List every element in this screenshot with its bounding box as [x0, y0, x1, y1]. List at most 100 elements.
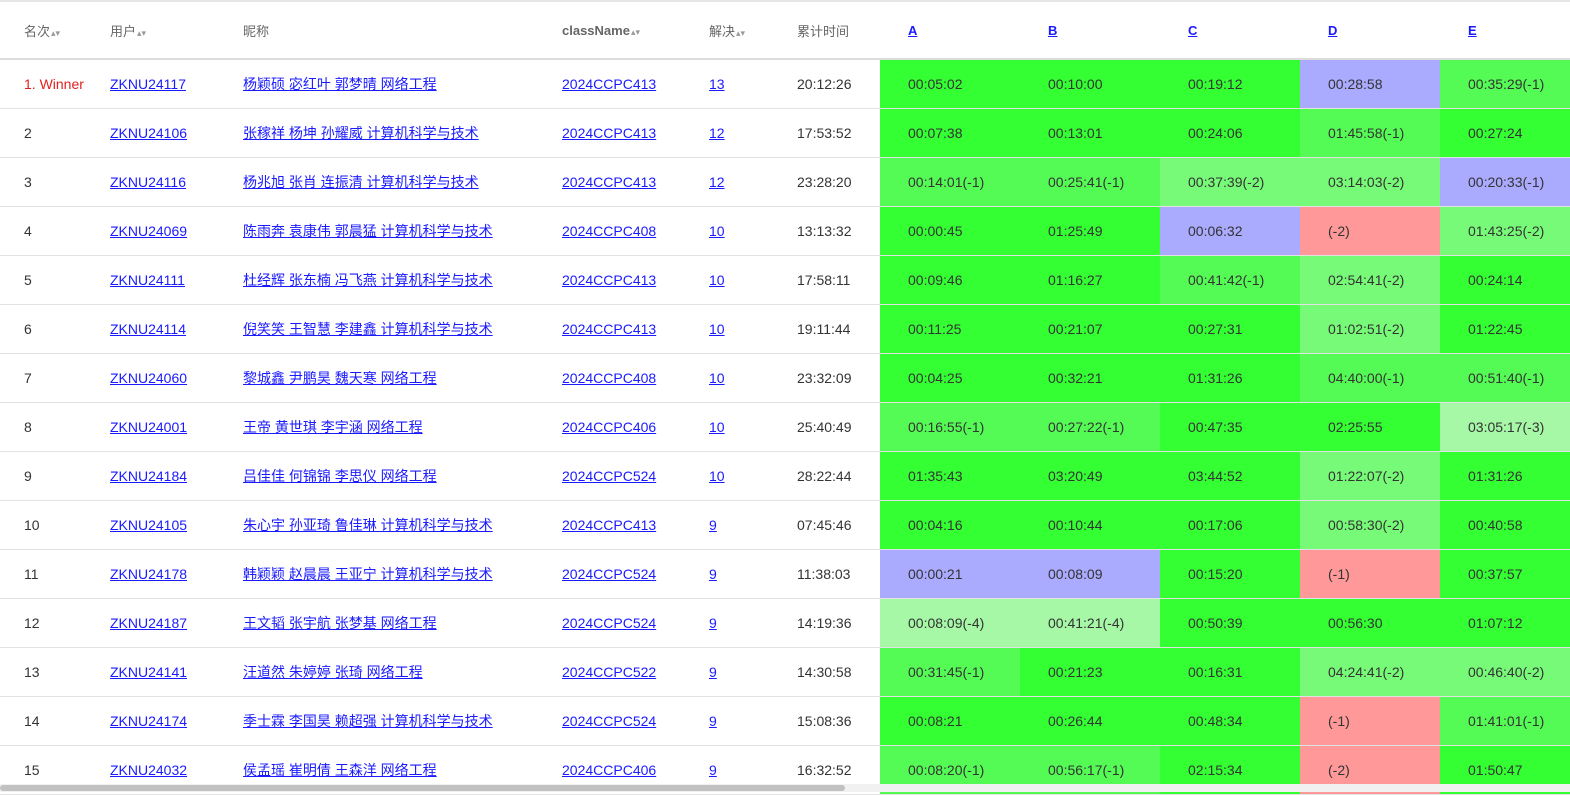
user-link[interactable]: ZKNU24174	[110, 713, 187, 729]
user-cell: ZKNU24111	[86, 255, 219, 305]
user-cell: ZKNU24187	[86, 598, 219, 648]
nick-link[interactable]: 韩颖颖 赵晨晨 王亚宁 计算机科学与技术	[243, 566, 493, 582]
problem-d-cell: (-2)	[1300, 206, 1440, 256]
user-link[interactable]: ZKNU24187	[110, 615, 187, 631]
nick-header: 昵称	[219, 2, 538, 60]
user-link[interactable]: ZKNU24184	[110, 468, 187, 484]
nick-link[interactable]: 杨兆旭 张肖 连振清 计算机科学与技术	[243, 174, 479, 190]
class-link[interactable]: 2024CCPC522	[562, 664, 656, 680]
problem-b-cell: 00:27:22(-1)	[1020, 402, 1160, 452]
problem-a-link[interactable]: A	[908, 23, 917, 38]
nick-link[interactable]: 张稼祥 杨坤 孙耀威 计算机科学与技术	[243, 125, 479, 141]
nick-link[interactable]: 汪道然 朱婷婷 张琦 网络工程	[243, 664, 423, 680]
problem-a-cell: 00:08:21	[880, 696, 1020, 746]
solved-link[interactable]: 12	[709, 174, 725, 190]
time-cell: 28:22:44	[773, 451, 880, 501]
nick-link[interactable]: 朱心宇 孙亚琦 鲁佳琳 计算机科学与技术	[243, 517, 493, 533]
problem-d-link[interactable]: D	[1328, 23, 1337, 38]
scrollbar-thumb[interactable]	[0, 785, 845, 791]
class-link[interactable]: 2024CCPC408	[562, 223, 656, 239]
user-link[interactable]: ZKNU24141	[110, 664, 187, 680]
ranklist-table: 名次▴▾ 用户▴▾ 昵称 className▴▾ 解决▴▾ 累计时间 A B C…	[0, 2, 1570, 795]
user-link[interactable]: ZKNU24032	[110, 762, 187, 778]
class-link[interactable]: 2024CCPC524	[562, 615, 656, 631]
solved-link[interactable]: 10	[709, 468, 725, 484]
classname-header[interactable]: className▴▾	[538, 2, 685, 60]
nick-link[interactable]: 倪笑笑 王智慧 李建鑫 计算机科学与技术	[243, 321, 493, 337]
nick-link[interactable]: 陈雨奔 袁康伟 郭晨猛 计算机科学与技术	[243, 223, 493, 239]
nick-link[interactable]: 吕佳佳 何锦锦 李思仪 网络工程	[243, 468, 437, 484]
class-link[interactable]: 2024CCPC413	[562, 174, 656, 190]
solved-link[interactable]: 9	[709, 517, 717, 533]
class-link[interactable]: 2024CCPC413	[562, 125, 656, 141]
class-link[interactable]: 2024CCPC524	[562, 468, 656, 484]
problem-d-cell: (-1)	[1300, 549, 1440, 599]
solved-link[interactable]: 10	[709, 321, 725, 337]
user-cell: ZKNU24001	[86, 402, 219, 452]
problem-e-link[interactable]: E	[1468, 23, 1477, 38]
horizontal-scrollbar[interactable]	[0, 784, 1570, 792]
class-link[interactable]: 2024CCPC524	[562, 566, 656, 582]
user-link[interactable]: ZKNU24060	[110, 370, 187, 386]
class-link[interactable]: 2024CCPC406	[562, 419, 656, 435]
ranklist-body: 1. Winner ZKNU24117 杨颖硕 宓红叶 郭梦晴 网络工程 2024CC…	[0, 59, 1570, 795]
solved-link[interactable]: 13	[709, 76, 725, 92]
user-link[interactable]: ZKNU24001	[110, 419, 187, 435]
solved-link[interactable]: 10	[709, 223, 725, 239]
problem-c-link[interactable]: C	[1188, 23, 1197, 38]
nick-link[interactable]: 黎城鑫 尹鹏昊 魏天寒 网络工程	[243, 370, 437, 386]
solved-link[interactable]: 10	[709, 272, 725, 288]
solved-link[interactable]: 10	[709, 419, 725, 435]
user-link[interactable]: ZKNU24116	[110, 174, 186, 190]
class-cell: 2024CCPC413	[538, 157, 685, 207]
nick-cell: 吕佳佳 何锦锦 李思仪 网络工程	[219, 451, 538, 501]
user-link[interactable]: ZKNU24178	[110, 566, 187, 582]
rank-cell: 12	[0, 598, 86, 648]
user-link[interactable]: ZKNU24069	[110, 223, 187, 239]
nick-cell: 张稼祥 杨坤 孙耀威 计算机科学与技术	[219, 108, 538, 158]
nick-link[interactable]: 侯孟瑶 崔明倩 王森洋 网络工程	[243, 762, 437, 778]
solved-link[interactable]: 12	[709, 125, 725, 141]
problem-d-cell: 01:45:58(-1)	[1300, 108, 1440, 158]
user-header[interactable]: 用户▴▾	[86, 2, 219, 60]
user-cell: ZKNU24117	[86, 59, 219, 109]
time-cell: 25:40:49	[773, 402, 880, 452]
rank-cell: 13	[0, 647, 86, 697]
class-cell: 2024CCPC524	[538, 598, 685, 648]
class-link[interactable]: 2024CCPC524	[562, 713, 656, 729]
problem-b-link[interactable]: B	[1048, 23, 1057, 38]
nick-link[interactable]: 季士霖 李国昊 赖超强 计算机科学与技术	[243, 713, 493, 729]
class-cell: 2024CCPC524	[538, 451, 685, 501]
user-link[interactable]: ZKNU24117	[110, 76, 186, 92]
nick-link[interactable]: 王帝 黄世琪 李宇涵 网络工程	[243, 419, 423, 435]
solved-link[interactable]: 9	[709, 664, 717, 680]
solved-cell: 9	[685, 549, 773, 599]
class-link[interactable]: 2024CCPC408	[562, 370, 656, 386]
solved-link[interactable]: 10	[709, 370, 725, 386]
solved-link[interactable]: 9	[709, 566, 717, 582]
class-cell: 2024CCPC522	[538, 647, 685, 697]
class-link[interactable]: 2024CCPC413	[562, 321, 656, 337]
solved-header[interactable]: 解决▴▾	[685, 2, 773, 60]
solved-cell: 12	[685, 157, 773, 207]
problem-a-cell: 01:35:43	[880, 451, 1020, 501]
user-link[interactable]: ZKNU24105	[110, 517, 187, 533]
class-link[interactable]: 2024CCPC413	[562, 76, 656, 92]
nick-link[interactable]: 杨颖硕 宓红叶 郭梦晴 网络工程	[243, 76, 437, 92]
class-link[interactable]: 2024CCPC413	[562, 517, 656, 533]
problem-c-header: C	[1160, 2, 1300, 60]
solved-link[interactable]: 9	[709, 762, 717, 778]
problem-e-cell: 03:05:17(-3)	[1440, 402, 1570, 452]
class-link[interactable]: 2024CCPC406	[562, 762, 656, 778]
class-link[interactable]: 2024CCPC413	[562, 272, 656, 288]
user-link[interactable]: ZKNU24111	[110, 272, 185, 288]
solved-link[interactable]: 9	[709, 615, 717, 631]
rank-cell: 3	[0, 157, 86, 207]
problem-c-cell: 00:41:42(-1)	[1160, 255, 1300, 305]
user-link[interactable]: ZKNU24114	[110, 321, 186, 337]
nick-link[interactable]: 王文韬 张宇航 张梦基 网络工程	[243, 615, 437, 631]
nick-link[interactable]: 杜经辉 张东楠 冯飞燕 计算机科学与技术	[243, 272, 493, 288]
user-link[interactable]: ZKNU24106	[110, 125, 187, 141]
solved-link[interactable]: 9	[709, 713, 717, 729]
rank-header[interactable]: 名次▴▾	[0, 2, 86, 60]
